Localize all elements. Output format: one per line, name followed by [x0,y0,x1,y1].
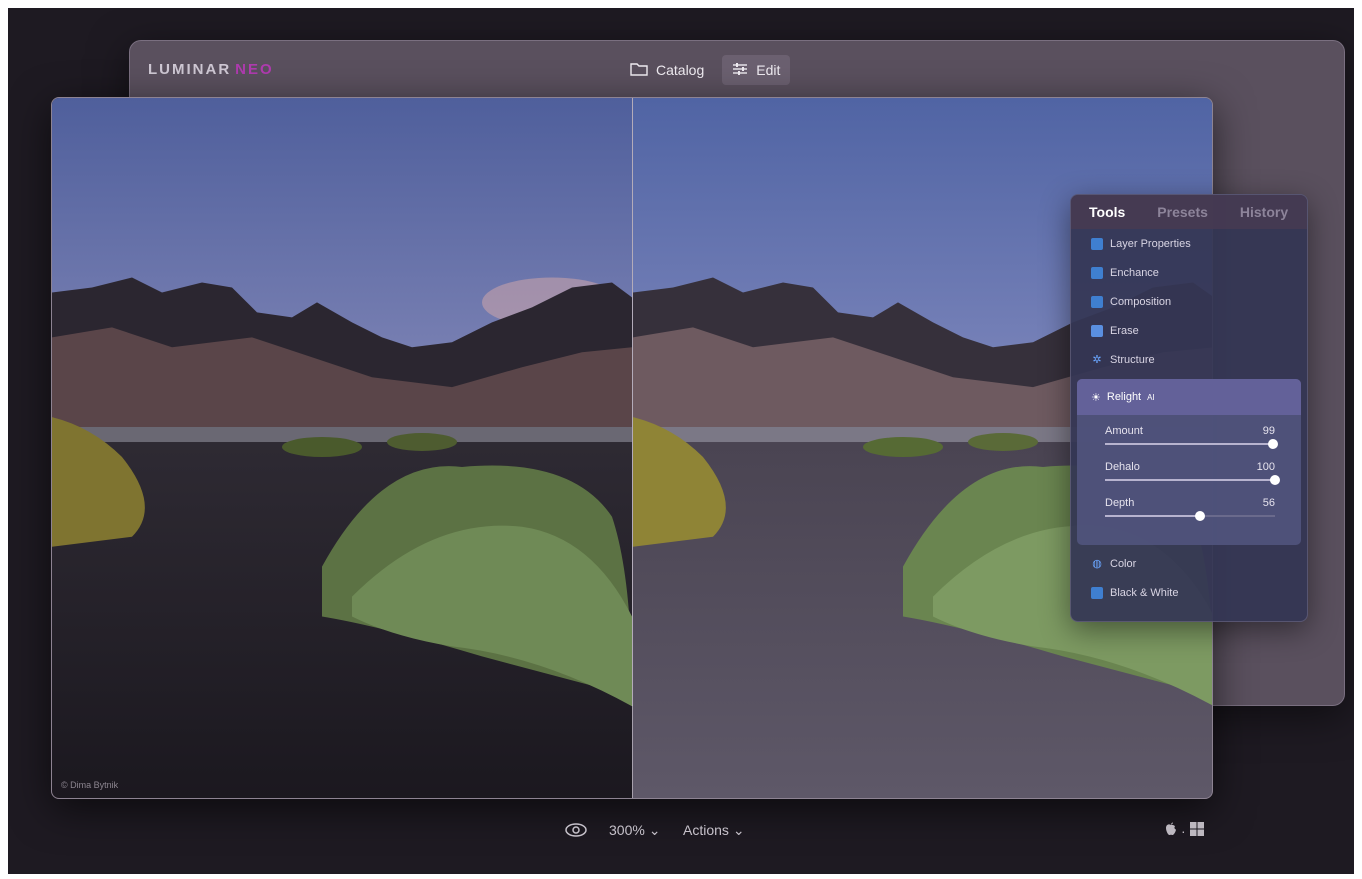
slider-fill [1105,479,1275,481]
eye-icon[interactable] [565,823,587,840]
color-icon: ◍ [1092,557,1102,570]
relight-header[interactable]: ☀ Relight AI [1077,379,1301,415]
dehalo-slider[interactable]: Dehalo 100 [1077,451,1301,487]
slider-fill [1105,515,1201,517]
tab-tools[interactable]: Tools [1089,204,1125,220]
enhance-icon [1091,266,1103,279]
chevron-down-icon: ⌄ [732,822,745,838]
slider-fill [1105,443,1274,445]
separator-dot-icon: · [1181,822,1186,839]
top-navigation: Catalog Edit [620,55,791,85]
catalog-label: Catalog [656,62,705,78]
slider-label: Dehalo [1105,461,1140,473]
app-logo: LUMINAR NEO [148,61,274,78]
apple-icon [1165,822,1177,839]
relight-section: ☀ Relight AI Amount 99 Dehalo 100 Depth 5… [1077,379,1301,545]
tool-erase[interactable]: Erase [1071,316,1307,345]
catalog-button[interactable]: Catalog [620,55,714,85]
logo-suffix: NEO [235,61,274,78]
folder-icon [630,62,648,79]
tool-label: Black & White [1110,586,1179,599]
actions-dropdown[interactable]: Actions ⌄ [683,822,745,839]
chevron-down-icon: ⌄ [648,822,661,838]
tool-label: Color [1110,557,1137,570]
tab-presets[interactable]: Presets [1157,204,1208,220]
edit-label: Edit [756,62,781,78]
tool-label: Layer Properties [1110,237,1191,250]
compare-split-handle[interactable] [632,98,633,798]
layers-icon [1091,237,1103,250]
slider-knob[interactable] [1270,475,1280,485]
edit-button[interactable]: Edit [722,55,791,85]
slider-track[interactable] [1105,439,1279,449]
platform-icons: · [1165,822,1204,839]
slider-track[interactable] [1105,511,1275,521]
crop-icon [1091,295,1103,308]
zoom-value: 300% [609,822,645,838]
slider-value: 100 [1256,461,1275,473]
sun-icon: ☀ [1091,391,1101,404]
tool-composition[interactable]: Composition [1071,287,1307,316]
slider-label: Amount [1105,425,1143,437]
panel-tabs: Tools Presets History [1071,195,1307,229]
slider-knob[interactable] [1268,439,1279,449]
structure-icon: ✲ [1092,353,1102,366]
tool-enhance[interactable]: Enchance [1071,258,1307,287]
slider-value: 56 [1262,497,1275,509]
slider-value: 99 [1262,425,1275,437]
sliders-icon [732,62,748,79]
relight-label: Relight [1106,391,1142,403]
tool-label: Enchance [1110,266,1159,279]
bottom-toolbar: 300% ⌄ Actions ⌄ · [8,816,1354,846]
windows-icon [1189,822,1204,839]
ai-badge: AI [1147,392,1155,402]
slider-label: Depth [1105,497,1135,509]
logo-text: LUMINAR [148,61,232,78]
tab-history[interactable]: History [1240,204,1288,220]
tool-layer-properties[interactable]: Layer Properties [1071,229,1307,258]
tools-panel: Tools Presets History Layer Properties E… [1070,194,1308,622]
slider-track[interactable] [1105,475,1280,485]
depth-slider[interactable]: Depth 56 [1077,487,1301,523]
eraser-icon [1091,324,1103,337]
tool-black-white[interactable]: Black & White [1071,578,1307,607]
actions-label: Actions [683,822,729,838]
screenshot-stage: LUMINAR NEO Catalog Edit © Dima Bytnik T… [8,8,1354,874]
photo-credit: © Dima Bytnik [61,780,119,790]
tool-label: Composition [1110,295,1172,308]
bw-icon [1091,586,1103,599]
tool-label: Structure [1110,353,1155,366]
tool-label: Erase [1110,324,1139,337]
photo-compare-view[interactable]: © Dima Bytnik [51,97,1213,799]
photo-before [52,98,632,798]
slider-knob[interactable] [1195,511,1206,521]
amount-slider[interactable]: Amount 99 [1077,415,1301,451]
zoom-dropdown[interactable]: 300% ⌄ [609,822,660,839]
tool-structure[interactable]: ✲ Structure [1071,345,1307,374]
tool-color[interactable]: ◍ Color [1071,549,1307,578]
